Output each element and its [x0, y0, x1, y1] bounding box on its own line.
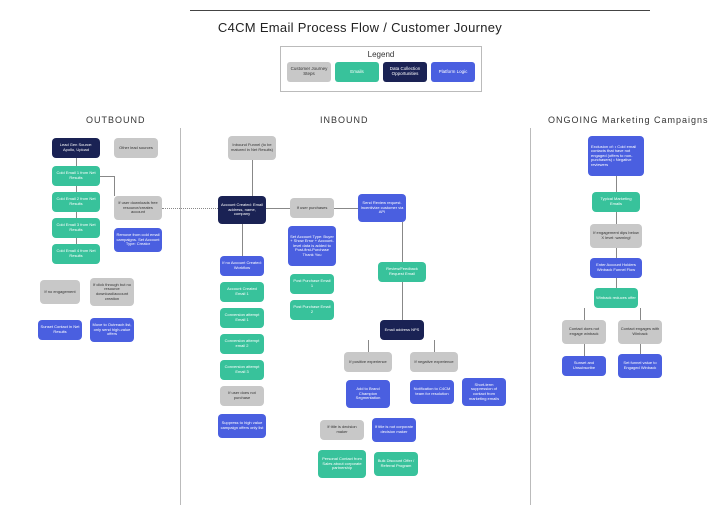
node-cold3: Cold Email 3 from Net Results — [52, 218, 100, 238]
conn — [266, 208, 290, 209]
node-exclusion: Exclusion of: • Cold email contacts that… — [588, 136, 644, 176]
node-pp1: Post Purchase Email 1 — [290, 274, 334, 294]
node-acct-created: Account Created: Email address, name, co… — [218, 196, 266, 224]
node-noacct: If no Account Created: Workflow — [220, 256, 264, 276]
conn — [584, 308, 585, 320]
node-othersrc: Other lead sources — [114, 138, 158, 158]
node-sunset-unsub: Sunset and Unsubscribe — [562, 356, 606, 376]
node-cold2: Cold Email 2 from Net Results — [52, 192, 100, 212]
divider-1 — [180, 128, 181, 505]
conn — [368, 340, 369, 352]
col-inbound: INBOUND — [320, 115, 369, 125]
node-ifdl: If user downloads free resource/creates … — [114, 196, 162, 220]
page-title: C4CM Email Process Flow / Customer Journ… — [0, 20, 720, 35]
conn — [114, 176, 115, 196]
node-pp2: Post Purchase Email 2 — [290, 300, 334, 320]
node-inbound-funnel: Inbound Funnel (to be matured in Net Res… — [228, 136, 276, 160]
node-notify: Notification to C4CM team for resolution — [410, 380, 454, 404]
conn — [76, 158, 77, 166]
node-eng-wb: Contact engages with Winback — [618, 320, 662, 344]
node-salescontact: Personal Contact from Sales about corpor… — [318, 450, 366, 478]
conn — [76, 212, 77, 218]
node-dm: If title is decision maker — [320, 420, 364, 440]
node-typical: Typical Marketing Emails — [592, 192, 640, 212]
node-clickthru: If click through but no resource downloa… — [90, 278, 134, 306]
node-winback-offer: Winback reduces offer — [594, 288, 638, 308]
legend-item-data: Data Collection Opportunities — [383, 62, 427, 82]
divider-2 — [530, 128, 531, 505]
conn — [402, 282, 403, 320]
conn — [640, 308, 641, 320]
node-champ: Add to Brand Champion Segmentation — [346, 380, 390, 408]
node-remove: Remove from cold email campaigns. Set Ac… — [114, 228, 162, 252]
conn — [76, 186, 77, 192]
node-conv2: Conversion attempt email 2 — [220, 334, 264, 354]
legend-item-steps: Customer Journey Steps — [287, 62, 331, 82]
legend-item-logic: Platform Logic — [431, 62, 475, 82]
top-rule — [190, 10, 650, 11]
node-noeng: If no engagement — [40, 280, 80, 304]
node-ifpurchase: If user purchases — [290, 198, 334, 218]
node-conv3: Conversion attempt Email 3 — [220, 360, 264, 380]
node-notdm: If title is not corporate decision maker — [372, 418, 416, 442]
conn — [640, 344, 641, 354]
node-pos: If positive experience — [344, 352, 392, 372]
node-outreach: Move to Outreach list, only send high-va… — [90, 318, 134, 342]
node-nopurchase: If user does not purchase — [220, 386, 264, 406]
conn — [76, 238, 77, 244]
conn — [402, 222, 403, 262]
conn-dotted — [162, 208, 218, 210]
col-outbound: OUTBOUND — [86, 115, 146, 125]
conn — [434, 340, 435, 352]
node-engdip: If engagement dips below X level: warnin… — [590, 224, 642, 248]
node-nps: Email address NPS — [380, 320, 424, 340]
legend: Legend Customer Journey Steps Emails Dat… — [280, 46, 482, 92]
node-reviewreq: Send Review request. Incentivize custome… — [358, 194, 406, 222]
conn — [616, 248, 617, 258]
node-suppress: Suppress to high value campaign offers o… — [218, 414, 266, 438]
conn — [616, 278, 617, 288]
node-set-engaged: Set funnel value to Engaged Winback — [618, 354, 662, 378]
conn — [584, 344, 585, 356]
conn — [242, 224, 243, 256]
col-ongoing: ONGOING Marketing Campaigns — [548, 115, 709, 125]
node-leadgen: Lead Gen Source: Apollo, Upload — [52, 138, 100, 158]
node-acct-email: Account Created Email 1 — [220, 282, 264, 302]
conn — [100, 176, 114, 177]
node-neg: If negative experience — [410, 352, 458, 372]
node-review-email: Review/Feedback Request Email — [378, 262, 426, 282]
node-cold1: Cold Email 1 from Net Results — [52, 166, 100, 186]
conn — [616, 176, 617, 192]
legend-title: Legend — [281, 50, 481, 59]
node-sunset-nr: Sunset Contact in Net Results — [38, 320, 82, 340]
conn — [252, 160, 253, 196]
node-shortsupp: Short-term suppression of contact from m… — [462, 378, 506, 406]
node-bulk: Bulk Discount Offer / Referral Program — [374, 452, 418, 476]
conn — [616, 212, 617, 224]
node-noeng-wb: Contact does not engage winback — [562, 320, 606, 344]
legend-item-emails: Emails — [335, 62, 379, 82]
node-winbackflow: Enter Account Holders Winback Funnel Flo… — [590, 258, 642, 278]
conn — [334, 208, 358, 209]
node-conv1: Conversion attempt Email 1 — [220, 308, 264, 328]
node-setbuyer: Set Account Type: Buyer + Show Error + A… — [288, 226, 336, 266]
node-cold4: Cold Email 4 from Net Results — [52, 244, 100, 264]
